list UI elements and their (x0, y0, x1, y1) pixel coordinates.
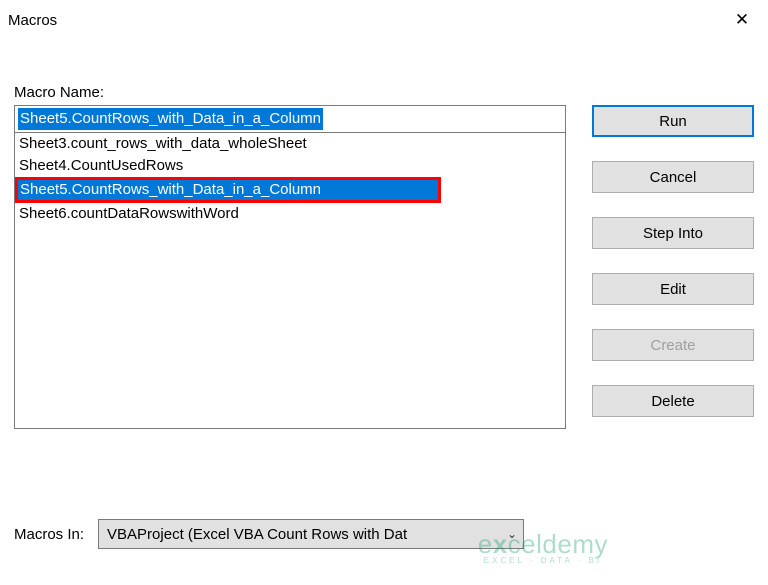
button-column: Run Cancel Step Into Edit Create Delete (592, 84, 754, 429)
macros-in-value: VBAProject (Excel VBA Count Rows with Da… (107, 526, 407, 543)
macro-list[interactable]: Sheet3.count_rows_with_data_wholeSheet S… (14, 133, 566, 429)
list-item[interactable]: Sheet4.CountUsedRows (15, 155, 565, 177)
list-item[interactable]: Sheet5.CountRows_with_Data_in_a_Column (15, 177, 441, 203)
macro-name-input[interactable]: Sheet5.CountRows_with_Data_in_a_Column (14, 105, 566, 133)
list-item[interactable]: Sheet3.count_rows_with_data_wholeSheet (15, 133, 565, 155)
macros-in-label: Macros In: (14, 526, 84, 543)
create-button: Create (592, 329, 754, 361)
close-icon: ✕ (735, 10, 749, 30)
cancel-button[interactable]: Cancel (592, 161, 754, 193)
delete-button[interactable]: Delete (592, 385, 754, 417)
chevron-down-icon: ⌄ (507, 527, 517, 541)
dialog-content: Macro Name: Sheet5.CountRows_with_Data_i… (0, 36, 768, 429)
macros-in-dropdown[interactable]: VBAProject (Excel VBA Count Rows with Da… (98, 519, 524, 549)
macros-in-row: Macros In: VBAProject (Excel VBA Count R… (14, 519, 524, 549)
edit-button[interactable]: Edit (592, 273, 754, 305)
list-item[interactable]: Sheet6.countDataRowswithWord (15, 203, 565, 225)
step-into-button[interactable]: Step Into (592, 217, 754, 249)
macro-name-value: Sheet5.CountRows_with_Data_in_a_Column (18, 108, 323, 130)
run-button[interactable]: Run (592, 105, 754, 137)
watermark-sub: EXCEL · DATA · BI (478, 556, 608, 565)
close-button[interactable]: ✕ (720, 5, 764, 35)
left-column: Macro Name: Sheet5.CountRows_with_Data_i… (14, 84, 566, 429)
macro-name-label: Macro Name: (14, 84, 566, 101)
titlebar: Macros ✕ (0, 0, 768, 36)
window-title: Macros (8, 12, 57, 29)
